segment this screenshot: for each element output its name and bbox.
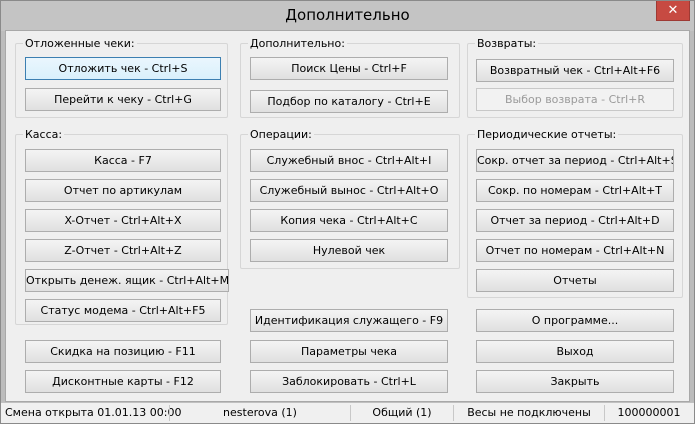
status-bar: Смена открыта 01.01.13 00:00 nesterova (…	[1, 402, 694, 423]
period-report-button[interactable]: Отчет за период - Ctrl+Alt+D	[476, 209, 674, 232]
z-report-button[interactable]: Z-Отчет - Ctrl+Alt+Z	[25, 239, 221, 262]
go-to-receipt-button[interactable]: Перейти к чеку - Ctrl+G	[25, 88, 221, 111]
group-title-cash: Касса:	[23, 128, 65, 141]
dialog-window: Дополнительно ✕ Отложенные чеки: Отложит…	[0, 0, 695, 424]
modem-status-button[interactable]: Статус модема - Ctrl+Alt+F5	[25, 299, 221, 322]
group-title-periodic: Периодические отчеты:	[475, 128, 619, 141]
status-divider	[604, 405, 605, 421]
catalog-selection-button[interactable]: Подбор по каталогу - Ctrl+E	[250, 90, 448, 113]
article-report-button[interactable]: Отчет по артикулам	[25, 179, 221, 202]
zero-receipt-button[interactable]: Нулевой чек	[250, 239, 448, 262]
receipt-parameters-button[interactable]: Параметры чека	[250, 340, 448, 363]
select-return-button[interactable]: Выбор возврата - Ctrl+R	[476, 88, 674, 111]
status-mode: Общий (1)	[372, 406, 432, 419]
group-title-operations: Операции:	[248, 128, 314, 141]
exit-button[interactable]: Выход	[476, 340, 674, 363]
status-number: 100000001	[617, 406, 681, 419]
group-title-deferred: Отложенные чеки:	[23, 37, 137, 50]
short-period-report-button[interactable]: Сокр. отчет за период - Ctrl+Alt+S	[476, 149, 674, 172]
service-withdrawal-button[interactable]: Служебный вынос - Ctrl+Alt+O	[250, 179, 448, 202]
status-divider	[169, 405, 170, 421]
about-button[interactable]: О программе...	[476, 309, 674, 332]
status-user: nesterova (1)	[223, 406, 297, 419]
lock-button[interactable]: Заблокировать - Ctrl+L	[250, 370, 448, 393]
price-search-button[interactable]: Поиск Цены - Ctrl+F	[250, 57, 448, 80]
receipt-copy-button[interactable]: Копия чека - Ctrl+Alt+C	[250, 209, 448, 232]
short-number-report-button[interactable]: Сокр. по номерам - Ctrl+Alt+T	[476, 179, 674, 202]
status-divider	[453, 405, 454, 421]
x-report-button[interactable]: X-Отчет - Ctrl+Alt+X	[25, 209, 221, 232]
close-button[interactable]: Закрыть	[476, 370, 674, 393]
employee-identification-button[interactable]: Идентификация служащего - F9	[250, 309, 448, 332]
return-receipt-button[interactable]: Возвратный чек - Ctrl+Alt+F6	[476, 59, 674, 82]
service-deposit-button[interactable]: Служебный внос - Ctrl+Alt+I	[250, 149, 448, 172]
number-report-button[interactable]: Отчет по номерам - Ctrl+Alt+N	[476, 239, 674, 262]
group-title-additional: Дополнительно:	[248, 37, 347, 50]
close-icon[interactable]: ✕	[656, 1, 690, 21]
group-title-returns: Возвраты:	[475, 37, 539, 50]
discount-cards-button[interactable]: Дисконтные карты - F12	[25, 370, 221, 393]
status-scales: Весы не подключены	[467, 406, 591, 419]
defer-receipt-button[interactable]: Отложить чек - Ctrl+S	[25, 57, 221, 80]
open-cash-drawer-button[interactable]: Открыть денеж. ящик - Ctrl+Alt+M	[25, 269, 229, 292]
dialog-content: Отложенные чеки: Отложить чек - Ctrl+S П…	[5, 30, 690, 402]
window-title: Дополнительно	[285, 6, 410, 24]
title-bar[interactable]: Дополнительно ✕	[1, 1, 694, 31]
reports-button[interactable]: Отчеты	[476, 269, 674, 292]
status-shift: Смена открыта 01.01.13 00:00	[5, 406, 182, 419]
cash-button[interactable]: Касса - F7	[25, 149, 221, 172]
item-discount-button[interactable]: Скидка на позицию - F11	[25, 340, 221, 363]
status-divider	[350, 405, 351, 421]
